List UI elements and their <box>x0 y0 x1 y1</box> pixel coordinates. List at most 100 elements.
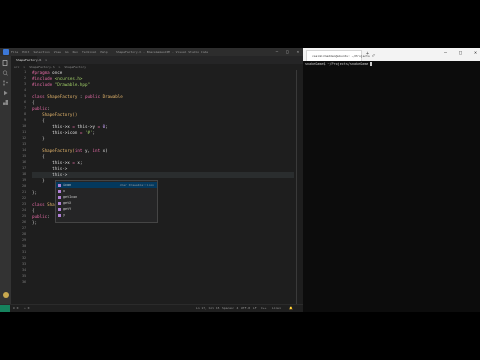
tab-shapefactory[interactable]: ShapeFactory.h × <box>11 56 47 64</box>
method-icon <box>58 207 61 211</box>
line-number: 10 <box>22 124 26 128</box>
close-button[interactable]: ✕ <box>474 50 477 56</box>
current-line-highlight <box>32 172 294 178</box>
token: ShapeFactory <box>44 94 78 99</box>
menu-terminal[interactable]: Terminal <box>82 48 96 56</box>
line-number: 7 <box>24 106 26 110</box>
line-number: 14 <box>22 148 26 152</box>
remote-indicator[interactable] <box>0 305 10 312</box>
line-number: 19 <box>22 178 26 182</box>
status-bar: ⊗ 0 ⚠ 0 Ln 17, Col 15 Spaces: 4 UTF-8 LF… <box>0 304 303 312</box>
explorer-icon[interactable] <box>2 60 9 66</box>
terminal-tab[interactable]: casimirmadden@ubuntu: ~/Projects × <box>306 50 374 61</box>
source-control-icon[interactable] <box>2 80 9 86</box>
line-number: 22 <box>22 196 26 200</box>
code-line: }; <box>32 220 38 225</box>
line-number: 32 <box>22 256 26 260</box>
code-line: }; <box>32 190 38 195</box>
tab-close-icon[interactable]: × <box>45 58 47 62</box>
minimize-button[interactable]: – <box>276 48 278 56</box>
token: this->x <box>32 124 70 129</box>
vscode-icon <box>3 49 9 55</box>
notifications-icon[interactable]: 🔔 <box>289 306 293 310</box>
token: this->y <box>77 124 96 129</box>
warnings-count[interactable]: ⚠ 0 <box>24 306 29 310</box>
token: : <box>47 106 50 111</box>
new-tab-button[interactable]: + <box>366 51 369 57</box>
tab-label: ShapeFactory.h <box>16 58 42 62</box>
line-number: 20 <box>22 184 26 188</box>
line-number: 28 <box>22 232 26 236</box>
token: '#' <box>84 130 93 135</box>
line-number: 3 <box>24 82 26 86</box>
line-number: 36 <box>22 280 26 284</box>
errors-count[interactable]: ⊗ 0 <box>13 306 18 310</box>
menu-selection[interactable]: Selection <box>33 48 49 56</box>
extensions-icon[interactable] <box>2 100 9 106</box>
menu-run[interactable]: Run <box>73 48 78 56</box>
autocomplete-popup: icon char Drawable::icon x getIcon getX … <box>55 180 158 223</box>
minimap-edge <box>296 70 297 304</box>
prompt-text: snakeGame$ ~/Projects/snakeGame <box>305 62 369 66</box>
cursor-position[interactable]: Ln 17, Col 15 <box>196 306 219 310</box>
chevron-down-icon[interactable]: ⌄ <box>373 51 375 56</box>
suggestion-label: getY <box>63 207 72 211</box>
maximize-button[interactable]: □ <box>459 50 462 56</box>
platform[interactable]: Linux <box>272 306 281 310</box>
method-icon <box>58 201 61 205</box>
code-line: } <box>32 136 45 141</box>
token: <ncurses.h> <box>52 76 83 81</box>
token: ; <box>79 160 83 165</box>
method-icon <box>58 195 61 199</box>
terminal-prompt[interactable]: snakeGame$ ~/Projects/snakeGame <box>305 62 373 66</box>
line-number: 6 <box>24 100 26 104</box>
maximize-button[interactable]: □ <box>286 48 288 56</box>
menu-help[interactable]: Help <box>100 48 107 56</box>
breadcrumb-symbol[interactable]: ShapeFactory <box>64 64 86 70</box>
menu-view[interactable]: View <box>54 48 61 56</box>
menu-edit[interactable]: Edit <box>22 48 29 56</box>
token: "Drawable.hpp" <box>52 82 90 87</box>
line-number: 4 <box>24 88 26 92</box>
token: x) <box>100 148 108 153</box>
search-icon[interactable] <box>2 70 9 76</box>
code-line: } <box>32 178 45 183</box>
line-number: 15 <box>22 154 26 158</box>
vscode-window: File Edit Selection View Go Run Terminal… <box>0 48 303 312</box>
token: class <box>32 94 45 99</box>
terminal-window-controls: – □ ✕ <box>444 50 477 56</box>
indentation[interactable]: Spaces: 4 <box>222 306 238 310</box>
line-number: 34 <box>22 268 26 272</box>
language-mode[interactable]: C++ <box>261 306 266 310</box>
line-number: 2 <box>24 76 26 80</box>
line-number: 33 <box>22 262 26 266</box>
menu-go[interactable]: Go <box>65 48 69 56</box>
field-icon <box>58 213 61 217</box>
menu-file[interactable]: File <box>11 48 18 56</box>
line-number: 17 <box>22 166 26 170</box>
terminal-tab-bar: casimirmadden@ubuntu: ~/Projects × + ⌄ –… <box>303 48 480 61</box>
run-icon[interactable] <box>2 90 9 96</box>
line-number: 13 <box>22 142 26 146</box>
line-ending[interactable]: LF <box>253 306 257 310</box>
close-button[interactable]: ✕ <box>297 48 299 56</box>
minimize-button[interactable]: – <box>444 50 447 56</box>
window-controls: – □ ✕ <box>276 48 299 56</box>
suggestion-detail: char Drawable::icon <box>119 183 154 187</box>
line-number: 24 <box>22 208 26 212</box>
line-number: 18 <box>22 172 26 176</box>
field-icon <box>58 189 61 193</box>
token: ; <box>105 124 108 129</box>
account-icon[interactable] <box>3 292 9 298</box>
line-number: 21 <box>22 190 26 194</box>
token: = <box>95 124 103 129</box>
suggestion-label: x <box>63 189 66 193</box>
line-number: 29 <box>22 238 26 242</box>
token: int <box>92 148 101 153</box>
suggestion-item[interactable]: y <box>56 212 157 218</box>
text-cursor <box>370 62 373 66</box>
encoding[interactable]: UTF-8 <box>241 306 250 310</box>
token: #pragma <box>32 70 50 75</box>
suggestion-label: icon <box>63 183 72 187</box>
code-line: class ShapeFactory : public Drawable <box>32 94 123 100</box>
